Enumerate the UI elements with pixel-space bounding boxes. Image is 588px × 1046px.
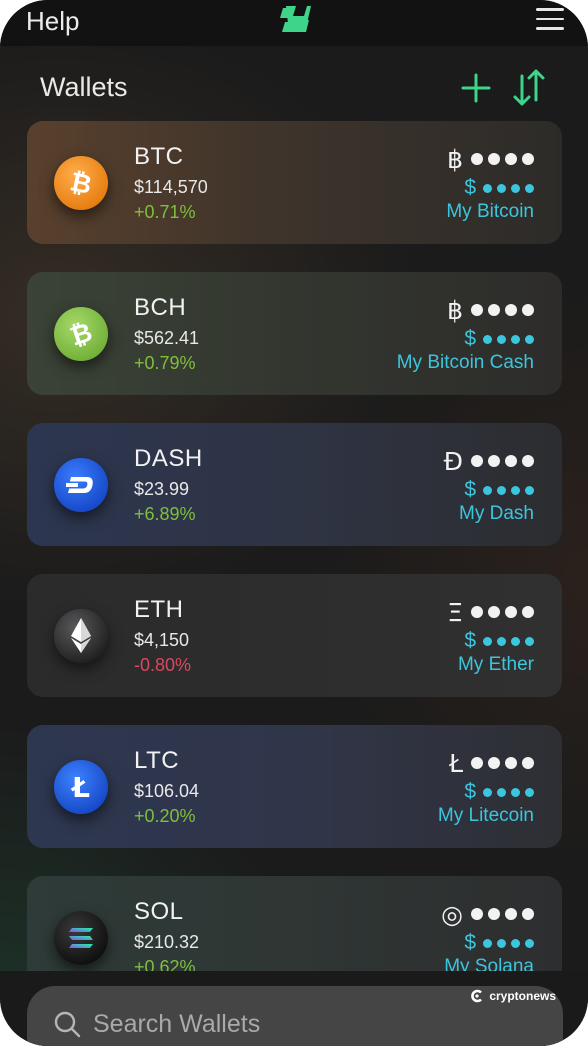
wallet-name: My Ether — [457, 654, 534, 675]
wallet-card[interactable]: ₿ BCH $562.41 +0.79% ฿ $ My Bitcoin Cash — [27, 272, 562, 395]
watermark-text: cryptonews — [489, 989, 556, 1003]
wallet-change: +0.79% — [134, 353, 196, 373]
usd-balance: $ — [464, 478, 534, 502]
wallet-name: My Solana — [444, 956, 534, 971]
usd-balance: $ — [464, 629, 534, 653]
usd-balance: $ — [464, 931, 534, 955]
hidden-balance-dots — [471, 153, 534, 165]
svg-text:Ł: Ł — [70, 771, 90, 804]
wallet-card[interactable]: Ł LTC $106.04 +0.20% Ł $ My Litecoin — [27, 725, 562, 848]
hidden-usd-dots — [483, 938, 534, 948]
coin-balance: Ξ — [447, 597, 534, 627]
usd-symbol: $ — [464, 176, 476, 199]
hidden-balance-dots — [471, 304, 534, 316]
coin-unit-symbol: Ξ — [447, 597, 463, 627]
wallet-card[interactable]: ETH $4,150 -0.80% Ξ $ My Ether — [27, 574, 562, 697]
usd-balance: $ — [464, 176, 534, 200]
watermark: cryptonews — [470, 989, 556, 1003]
wallet-change: +0.71% — [134, 202, 196, 222]
bitcoin-icon: ₿ — [54, 156, 108, 210]
wallet-name: My Bitcoin — [446, 201, 534, 222]
wallet-ticker: LTC — [134, 747, 180, 774]
app-logo-icon[interactable] — [278, 4, 312, 34]
hidden-usd-dots — [483, 787, 534, 797]
hidden-balance-dots — [471, 908, 534, 920]
search-bar-area — [0, 971, 588, 1046]
hidden-usd-dots — [483, 334, 534, 344]
bitcoin-cash-icon: ₿ — [54, 307, 108, 361]
help-link[interactable]: Help — [26, 6, 79, 37]
usd-symbol: $ — [464, 478, 476, 501]
wallet-price: $210.32 — [134, 932, 200, 952]
wallet-change: -0.80% — [134, 655, 192, 675]
wallet-card[interactable]: DASH $23.99 +6.89% Đ $ My Dash — [27, 423, 562, 546]
usd-balance: $ — [464, 327, 534, 351]
wallet-list[interactable]: ₿ BTC $114,570 +0.71% ฿ $ My Bitcoin ₿ B… — [0, 121, 588, 971]
wallet-change: +0.20% — [134, 806, 196, 826]
solana-icon — [54, 911, 108, 965]
coin-balance: ฿ — [447, 144, 534, 174]
wallet-name: My Bitcoin Cash — [396, 352, 534, 373]
wallet-change: +6.89% — [134, 504, 196, 524]
wallet-name: My Dash — [459, 503, 534, 524]
usd-balance: $ — [464, 780, 534, 804]
usd-symbol: $ — [464, 629, 476, 652]
coin-unit-symbol: Ł — [448, 748, 463, 778]
litecoin-icon: Ł — [54, 760, 108, 814]
cryptonews-logo-icon — [471, 989, 483, 1003]
wallets-title: Wallets — [40, 72, 128, 102]
coin-unit-symbol: ฿ — [447, 295, 463, 325]
usd-symbol: $ — [464, 327, 476, 350]
coin-balance: Đ — [443, 446, 534, 476]
plus-icon[interactable] — [460, 72, 492, 104]
coin-unit-symbol: ฿ — [447, 144, 463, 174]
ethereum-icon — [54, 609, 108, 663]
wallet-ticker: DASH — [134, 445, 203, 472]
wallet-card[interactable]: SOL $210.32 +0.62% ◎ $ My Solana — [27, 876, 562, 971]
coin-unit-symbol: Đ — [443, 446, 463, 476]
wallet-change: +0.62% — [134, 957, 196, 971]
sort-arrows-icon[interactable] — [512, 66, 546, 108]
wallet-name: My Litecoin — [437, 805, 534, 826]
hidden-balance-dots — [471, 606, 534, 618]
wallet-ticker: SOL — [134, 898, 184, 925]
top-bar: Help — [0, 0, 588, 46]
hidden-usd-dots — [483, 636, 534, 646]
wallet-price: $23.99 — [134, 479, 190, 499]
phone-screen: Help Wallets ₿ BTC $114,570 +0.71% ฿ $ M… — [0, 0, 588, 1046]
wallet-ticker: ETH — [134, 596, 184, 623]
search-icon — [54, 1011, 81, 1038]
coin-balance: Ł — [448, 748, 534, 778]
search-input[interactable] — [93, 1004, 453, 1044]
wallet-price: $562.41 — [134, 328, 200, 348]
wallet-ticker: BTC — [134, 143, 184, 170]
coin-balance: ฿ — [447, 295, 534, 325]
coin-unit-symbol: ◎ — [441, 899, 463, 929]
hidden-balance-dots — [471, 455, 534, 467]
hidden-balance-dots — [471, 757, 534, 769]
wallet-card[interactable]: ₿ BTC $114,570 +0.71% ฿ $ My Bitcoin — [27, 121, 562, 244]
wallet-price: $4,150 — [134, 630, 190, 650]
wallet-price: $114,570 — [134, 177, 208, 197]
usd-symbol: $ — [464, 931, 476, 954]
hidden-usd-dots — [483, 485, 534, 495]
coin-balance: ◎ — [441, 899, 534, 929]
usd-symbol: $ — [464, 780, 476, 803]
dash-icon — [54, 458, 108, 512]
hidden-usd-dots — [483, 183, 534, 193]
hamburger-menu-icon[interactable] — [536, 8, 564, 32]
wallet-ticker: BCH — [134, 294, 187, 321]
wallet-price: $106.04 — [134, 781, 200, 801]
